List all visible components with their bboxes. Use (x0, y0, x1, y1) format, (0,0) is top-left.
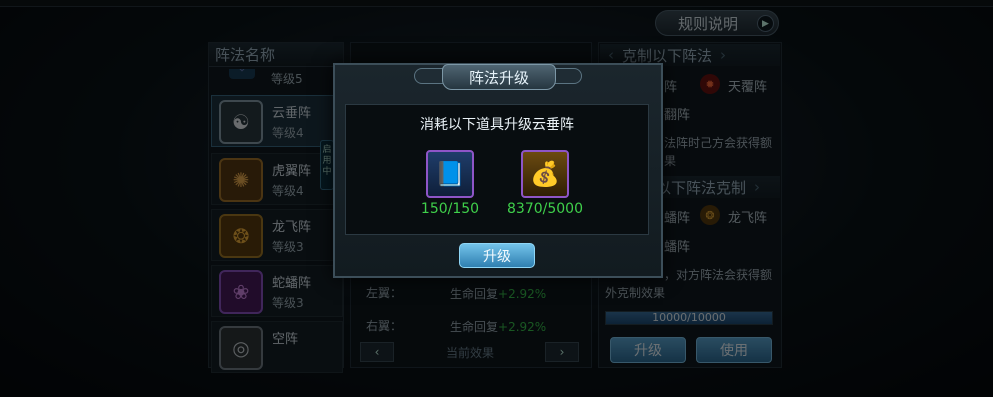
modal-upgrade-label: 升级 (483, 248, 511, 265)
formation-level: 等级3 (272, 296, 304, 310)
formation-name: 龙飞阵 (272, 220, 312, 235)
empty-formation-icon: ◎ (219, 326, 263, 370)
formation-name: 虎翼阵 (272, 164, 312, 179)
formation-list-header: 阵法名称 (209, 43, 343, 67)
use-button-label: 使用 (720, 343, 748, 359)
right-wing-label: 右翼： (366, 319, 403, 333)
counter-desc-2: 果 (664, 154, 677, 168)
item-count: 8370/5000 (507, 201, 583, 217)
chevron-right-icon: › (754, 178, 761, 196)
dragon-formation-icon: ❂ (219, 214, 263, 258)
cloud-formation-icon: ☯ (219, 100, 263, 144)
left-wing-label: 左翼： (366, 286, 403, 300)
counter-desc-1: 法阵时己方会获得额 (664, 136, 773, 150)
chevron-right-icon: › (720, 46, 727, 64)
progress-text: 10000/10000 (652, 311, 726, 324)
prev-effect-button[interactable]: ‹ (360, 342, 394, 362)
formation-level: 等级4 (272, 184, 304, 198)
use-button[interactable]: 使用 (696, 337, 772, 363)
chevron-left-icon: ‹ (608, 46, 614, 64)
counter-item: 天覆阵 (728, 80, 768, 95)
formation-row-snake[interactable]: ❀ 蛇蟠阵 等级3 (211, 265, 343, 317)
countered-item-partial: 蟠阵 (664, 211, 691, 226)
play-arrow-icon: ▶ (757, 15, 774, 32)
chevron-left-icon: ‹ (374, 345, 380, 359)
stat-value: +2.92% (498, 320, 547, 334)
formation-row-empty[interactable]: ◎ 空阵 (211, 321, 343, 373)
stat-name: 生命回复 (450, 320, 499, 334)
stat-value: +2.92% (498, 287, 547, 301)
countered-header-label: 以下阵法克制 (656, 178, 747, 197)
right-wing-stat: 生命回复+2.92% (450, 318, 546, 335)
countered-item: 龙飞阵 (728, 211, 768, 226)
formation-name: 蛇蟠阵 (272, 276, 312, 291)
counter-item-partial: 阵 (664, 80, 678, 95)
formation-level: 等级4 (272, 126, 304, 140)
stat-name: 生命回复 (450, 287, 499, 301)
formation-level: 等级3 (272, 240, 304, 254)
formation-row-partial[interactable]: ◈ 等级5 (211, 69, 343, 89)
item-count: 150/150 (420, 201, 480, 217)
countered-line2: 蟠阵 (664, 240, 691, 255)
countered-desc-2: 外克制效果 (605, 286, 666, 300)
formation-level: 等级5 (271, 72, 303, 86)
formation-book-icon[interactable]: 📘 (426, 150, 474, 198)
current-effect-label: 当前效果 (446, 346, 495, 360)
upgrade-button[interactable]: 升级 (610, 337, 686, 363)
modal-title: 阵法升级 (442, 64, 556, 90)
formation-name: 云垂阵 (272, 106, 312, 121)
snake-formation-icon: ❀ (219, 270, 263, 314)
dragon-formation-icon: ❂ (700, 205, 720, 225)
active-tag: 启用中 (320, 140, 334, 190)
sky-formation-icon: ✹ (700, 74, 720, 94)
countered-desc-1: ，对方阵法会获得额 (664, 268, 773, 282)
progress-bar: 10000/10000 (605, 311, 773, 325)
formation-list-panel: 阵法名称 ◈ 等级5 ☯ 云垂阵 等级4 ✺ 虎翼阵 等级4 ❂ 龙飞阵 等级3… (208, 42, 344, 373)
tiger-formation-icon: ✺ (219, 158, 263, 202)
top-bar (0, 0, 993, 7)
gold-chest-icon[interactable]: 💰 (521, 150, 569, 198)
formation-row-dragon[interactable]: ❂ 龙飞阵 等级3 (211, 209, 343, 261)
rules-button-label: 规则说明 (678, 14, 739, 33)
next-effect-button[interactable]: › (545, 342, 579, 362)
formation-name: 空阵 (272, 332, 299, 347)
modal-upgrade-button[interactable]: 升级 (459, 243, 535, 268)
counter-line2: 翻阵 (664, 108, 691, 123)
left-wing-stat: 生命回复+2.92% (450, 285, 546, 302)
rules-button[interactable]: 规则说明 ▶ (655, 10, 779, 36)
modal-prompt: 消耗以下道具升级云垂阵 (420, 117, 574, 133)
upgrade-button-label: 升级 (634, 343, 662, 359)
chevron-right-icon: › (559, 345, 565, 359)
formation-icon: ◈ (229, 69, 255, 79)
